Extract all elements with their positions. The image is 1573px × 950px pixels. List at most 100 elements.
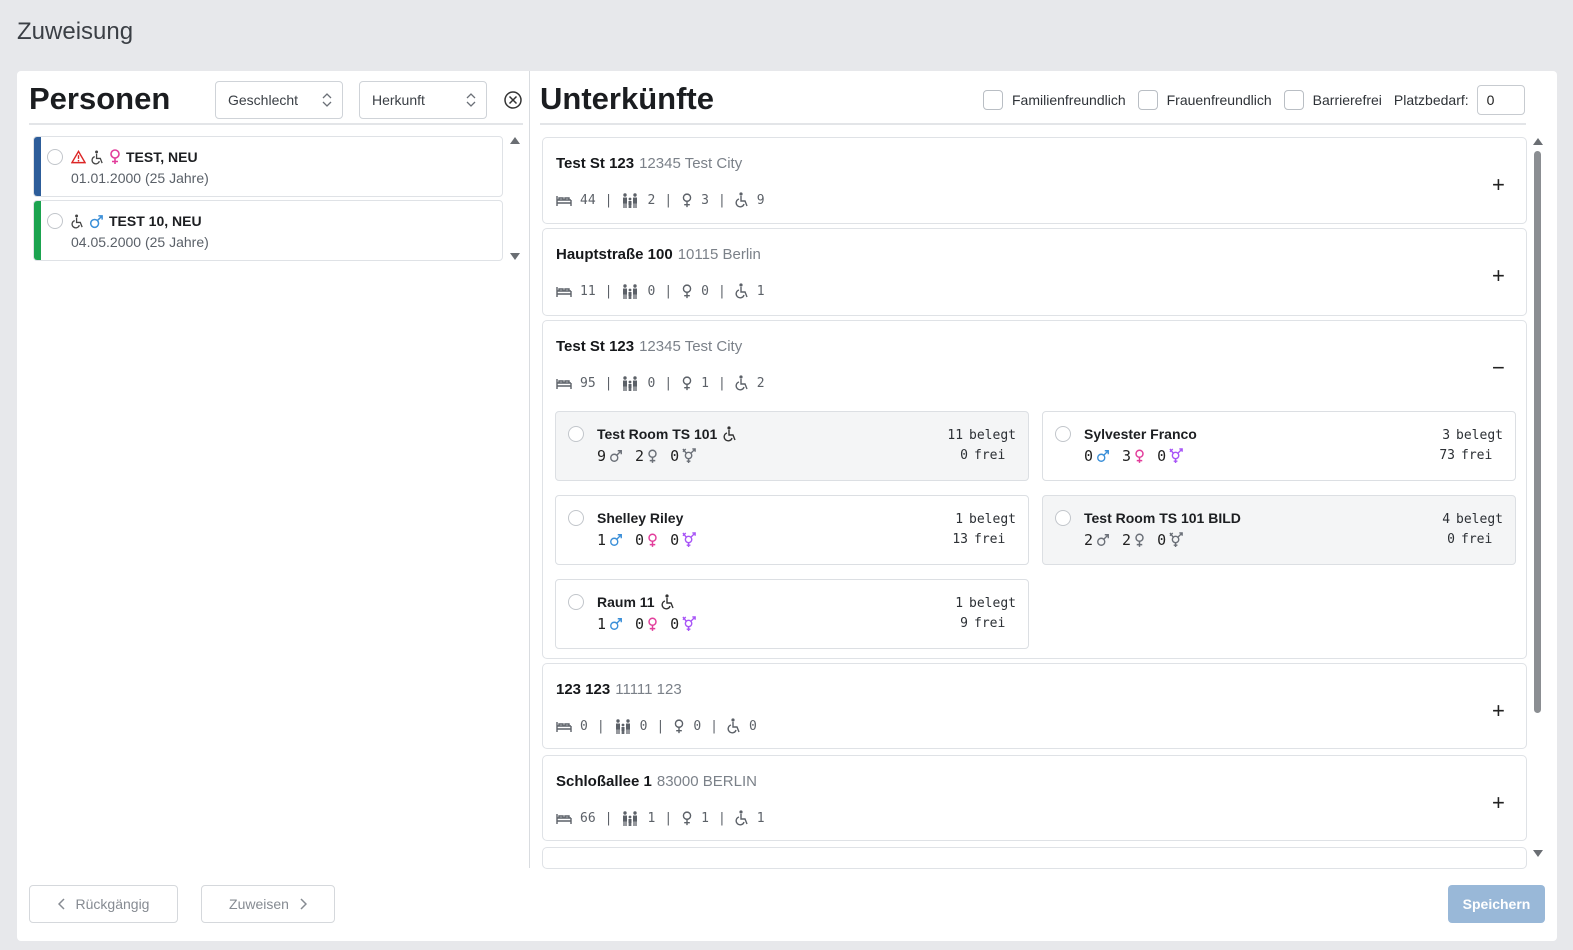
- person-item[interactable]: TEST 10, NEU 04.05.2000 (25 Jahre): [33, 200, 503, 261]
- female-icon: [1135, 533, 1144, 547]
- accommodation-stats: 44 | 2 | 3 | 9: [556, 192, 765, 208]
- room-radio[interactable]: [568, 426, 584, 442]
- free-label: frei: [974, 448, 1006, 463]
- expand-toggle-icon[interactable]: +: [1492, 172, 1510, 197]
- scroll-down-arrow[interactable]: [1533, 850, 1543, 857]
- person-item[interactable]: TEST, NEU 01.01.2000 (25 Jahre): [33, 136, 503, 197]
- diverse-count: 0: [670, 447, 680, 465]
- wheelchair-icon: [735, 192, 748, 208]
- room-title: Test Room TS 101 BILD: [1084, 510, 1241, 526]
- bed-icon: [556, 378, 572, 389]
- wheelchair-icon: [735, 375, 748, 391]
- wheelchair-icon: [727, 718, 740, 734]
- accommodation-city: 12345 Test City: [639, 155, 743, 172]
- room-gender-counts: 1 0 0: [597, 531, 697, 549]
- room-radio[interactable]: [568, 594, 584, 610]
- accommodation-item[interactable]: [542, 847, 1527, 869]
- stat-separator: |: [604, 283, 613, 299]
- male-count: 1: [597, 615, 607, 633]
- diverse-icon: [682, 532, 696, 548]
- female-count: 2: [1122, 531, 1132, 549]
- accommodation-stats: 95 | 0 | 1 | 2: [556, 375, 765, 391]
- clear-filter-icon[interactable]: [503, 90, 523, 110]
- accommodation-city: 12345 Test City: [639, 338, 743, 355]
- occupied-count: 1: [955, 596, 964, 611]
- family-count: 0: [647, 375, 656, 391]
- female-icon: [682, 375, 692, 390]
- family-friendly-label: Familienfreundlich: [1012, 92, 1126, 108]
- space-demand-input[interactable]: 0: [1476, 85, 1525, 115]
- room-radio[interactable]: [568, 510, 584, 526]
- person-radio[interactable]: [47, 213, 63, 229]
- female-icon: [648, 533, 657, 547]
- female-icon: [1135, 449, 1144, 463]
- male-count: 0: [1084, 447, 1094, 465]
- accessible-count: 2: [756, 375, 765, 391]
- scroll-up-arrow[interactable]: [1533, 138, 1543, 145]
- male-icon: [610, 450, 622, 462]
- scroll-up-arrow[interactable]: [510, 137, 520, 144]
- origin-filter-value: Herkunft: [372, 92, 425, 108]
- beds-count: 66: [580, 810, 596, 826]
- expand-toggle-icon[interactable]: −: [1492, 355, 1510, 380]
- barrier-free-checkbox[interactable]: [1283, 90, 1304, 110]
- room-name: Test Room TS 101 BILD: [1084, 510, 1241, 526]
- women-count: 0: [693, 718, 702, 734]
- room-item[interactable]: Test Room TS 101 9 2 0 11 belegt 0 frei: [555, 411, 1029, 481]
- origin-filter-select[interactable]: Herkunft: [359, 81, 487, 119]
- women-friendly-label: Frauenfreundlich: [1166, 92, 1272, 108]
- accommodation-item[interactable]: Schloßallee 1 83000 BERLIN 66 | 1 | 1 | 1 +: [542, 755, 1527, 841]
- beds-count: 0: [580, 718, 588, 734]
- family-friendly-checkbox[interactable]: [983, 90, 1003, 110]
- room-radio[interactable]: [1055, 426, 1071, 442]
- family-icon: [623, 375, 638, 391]
- stat-separator: |: [664, 375, 673, 391]
- persons-panel: Personen Geschlecht Herkunft TEST, NEU 0…: [29, 71, 523, 871]
- women-friendly-filter[interactable]: Frauenfreundlich: [1137, 90, 1272, 110]
- accommodation-item[interactable]: 123 123 11111 123 0 | 0 | 0 | 0 +: [542, 663, 1527, 749]
- gender-filter-select[interactable]: Geschlecht: [215, 81, 343, 119]
- scrollbar-thumb[interactable]: [1534, 151, 1541, 713]
- chevron-right-icon: [300, 898, 307, 910]
- bed-icon: [556, 721, 572, 732]
- barrier-free-filter[interactable]: Barrierefrei: [1283, 90, 1382, 110]
- female-icon: [682, 283, 692, 298]
- room-item[interactable]: Sylvester Franco 0 3 0 3 belegt 73 frei: [1042, 411, 1516, 481]
- occupied-label: belegt: [1456, 512, 1503, 527]
- room-gender-counts: 9 2 0: [597, 447, 697, 465]
- stat-separator: |: [717, 810, 726, 826]
- expand-toggle-icon[interactable]: +: [1492, 790, 1510, 815]
- room-item[interactable]: Raum 11 1 0 0 1 belegt 9 frei: [555, 579, 1029, 649]
- room-occupancy: 1 belegt 13 frei: [945, 510, 1016, 550]
- accommodation-city: 11111 123: [615, 681, 682, 698]
- save-button[interactable]: Speichern: [1448, 885, 1545, 923]
- family-count: 0: [639, 718, 648, 734]
- family-friendly-filter[interactable]: Familienfreundlich: [983, 90, 1126, 110]
- room-item[interactable]: Shelley Riley 1 0 0 1 belegt 13 frei: [555, 495, 1029, 565]
- accommodation-item[interactable]: Test St 123 12345 Test City 95 | 0 | 1 | 2 − Test …: [542, 320, 1527, 659]
- family-icon: [623, 283, 638, 299]
- room-occupancy: 1 belegt 9 frei: [945, 594, 1016, 634]
- accommodation-city: 83000 BERLIN: [656, 773, 757, 790]
- stat-separator: |: [717, 192, 726, 208]
- accommodation-item[interactable]: Hauptstraße 100 10115 Berlin 11 | 0 | 0 | 1 +: [542, 228, 1527, 316]
- accommodation-item[interactable]: Test St 123 12345 Test City 44 | 2 | 3 | 9 +: [542, 137, 1527, 224]
- accommodation-title: 123 123 11111 123: [556, 681, 682, 698]
- scroll-down-arrow[interactable]: [510, 253, 520, 260]
- room-item[interactable]: Test Room TS 101 BILD 2 2 0 4 belegt 0 frei: [1042, 495, 1516, 565]
- chevron-left-icon: [57, 898, 65, 910]
- women-count: 1: [701, 810, 709, 826]
- accommodation-filters: Familienfreundlich Frauenfreundlich Barr…: [983, 85, 1525, 115]
- expand-toggle-icon[interactable]: +: [1492, 263, 1510, 288]
- family-icon: [623, 192, 638, 208]
- persons-title: Personen: [29, 81, 171, 116]
- undo-button[interactable]: Rückgängig: [29, 885, 178, 923]
- expand-toggle-icon[interactable]: +: [1492, 698, 1510, 723]
- assign-button[interactable]: Zuweisen: [201, 885, 335, 923]
- male-icon: [89, 214, 103, 228]
- room-radio[interactable]: [1055, 510, 1071, 526]
- column-divider: [529, 71, 530, 868]
- stat-separator: |: [604, 375, 613, 391]
- person-radio[interactable]: [47, 149, 63, 165]
- women-friendly-checkbox[interactable]: [1137, 90, 1158, 110]
